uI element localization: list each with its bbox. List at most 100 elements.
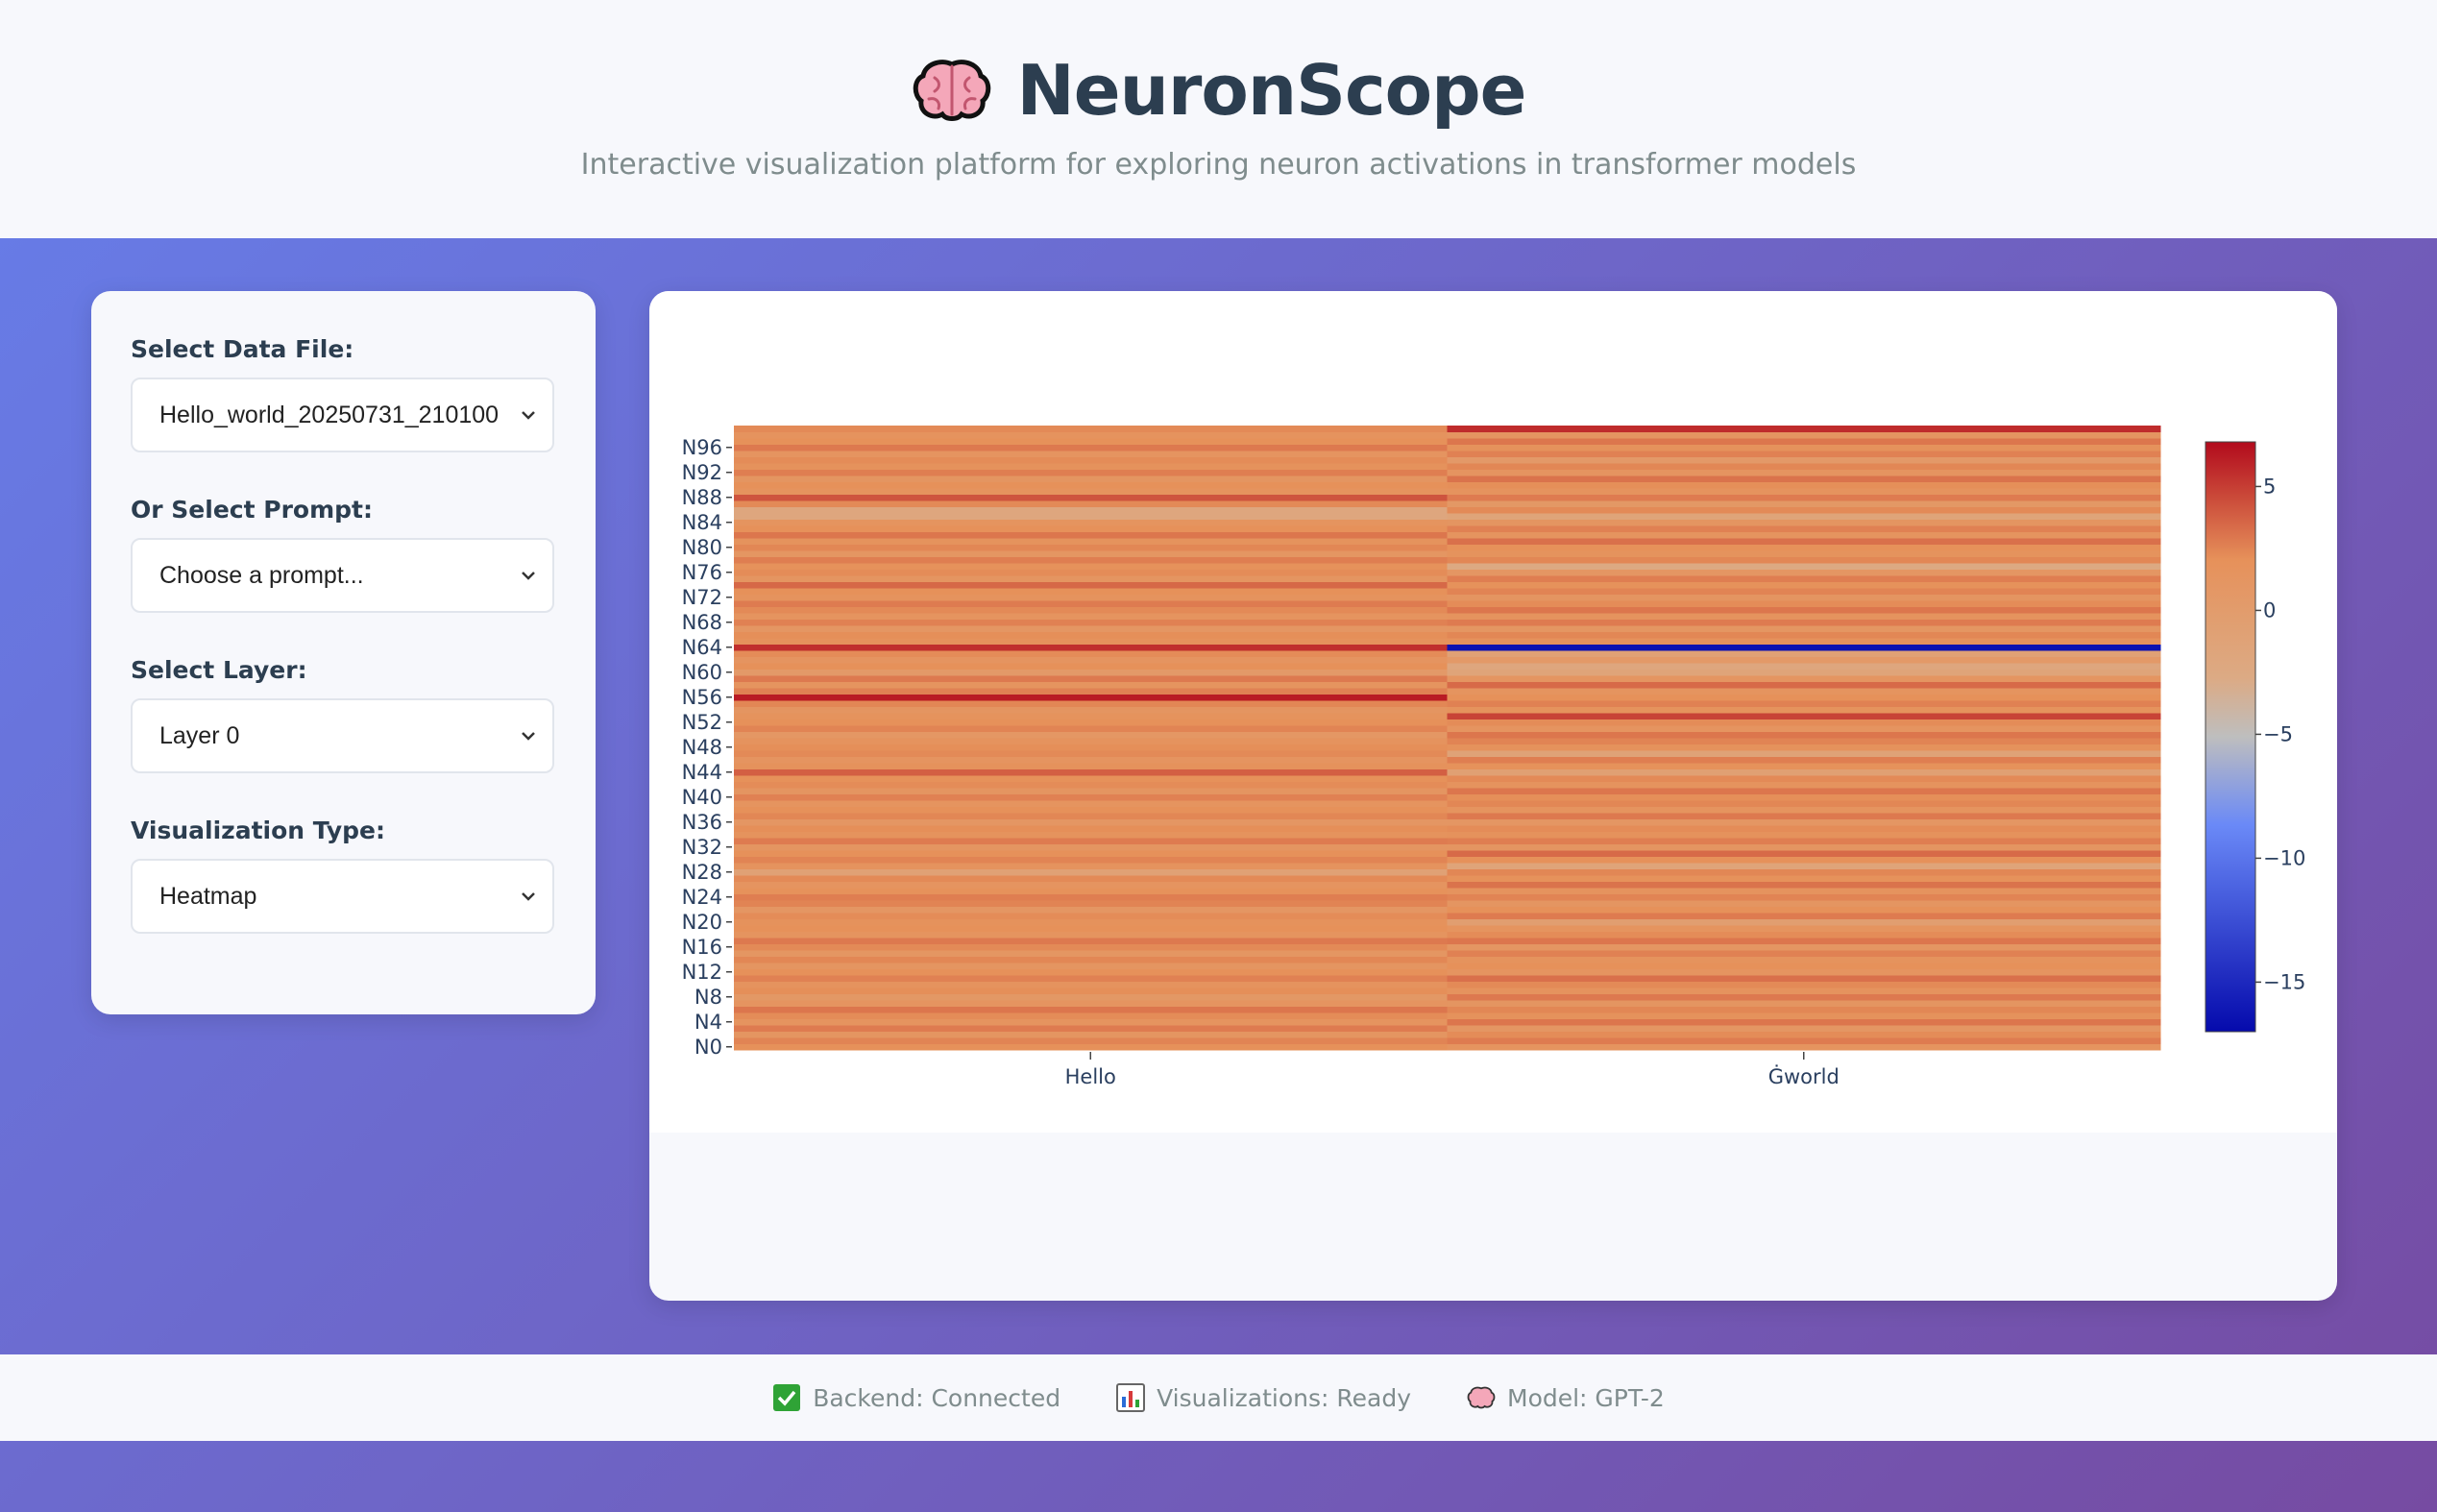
heatmap-cell xyxy=(1447,875,2161,882)
brain-icon xyxy=(1467,1386,1496,1409)
heatmap-cell xyxy=(1447,988,2161,994)
heatmap-cell xyxy=(734,1037,1448,1044)
heatmap-cell xyxy=(734,943,1448,951)
heatmap-cell xyxy=(1447,644,2161,651)
heatmap-cell xyxy=(734,893,1448,901)
heatmap-cell xyxy=(1447,451,2161,457)
app-subtitle: Interactive visualization platform for e… xyxy=(580,148,1857,182)
heatmap-cell xyxy=(734,975,1448,982)
heatmap-plot-area[interactable]: N0 N4 N8 N12 N16 N20 N24 N28 N32 N36 N40 N44 N48 N52 N… xyxy=(649,291,2337,1133)
heatmap-cell xyxy=(1447,706,2161,714)
heatmap-cell xyxy=(1447,900,2161,907)
chevron-down-icon xyxy=(522,892,535,901)
heatmap-cell xyxy=(1447,663,2161,670)
colorbar xyxy=(2205,441,2256,1033)
y-tick-label: N8 xyxy=(695,986,722,1009)
data-file-label: Select Data File: xyxy=(131,335,354,363)
heatmap-cell xyxy=(1447,519,2161,526)
heatmap-cell xyxy=(1447,575,2161,582)
heatmap-cell xyxy=(734,993,1448,1001)
y-tick-label: N52 xyxy=(682,711,722,734)
heatmap-cell xyxy=(1447,831,2161,839)
control-panel: Select Data File: Hello_world_20250731_2… xyxy=(91,291,596,1014)
heatmap-cell xyxy=(1447,426,2161,432)
heatmap-cell xyxy=(734,768,1448,776)
heatmap-cell xyxy=(1447,700,2161,707)
heatmap-cell xyxy=(734,731,1448,739)
heatmap-chart[interactable]: N0N4N8N12N16N20N24N28N32N36N40N44N48N52N… xyxy=(649,291,2337,1133)
heatmap-cell xyxy=(1447,963,2161,969)
heatmap-cell xyxy=(1447,469,2161,476)
heatmap-cell xyxy=(1447,850,2161,857)
heatmap-cell xyxy=(734,838,1448,844)
heatmap-cell xyxy=(1447,938,2161,944)
heatmap-cell xyxy=(1447,968,2161,976)
prompt-select[interactable]: Choose a prompt... xyxy=(131,538,554,613)
y-tick-label: N80 xyxy=(682,536,722,559)
y-tick-label: N0 xyxy=(695,1036,722,1059)
heatmap-cell xyxy=(734,956,1448,963)
heatmap-cell xyxy=(1447,681,2161,689)
heatmap-cell xyxy=(734,931,1448,939)
heatmap-cell xyxy=(1447,600,2161,607)
heatmap-cell xyxy=(1447,694,2161,701)
heatmap-cell xyxy=(734,806,1448,814)
heatmap-cell xyxy=(734,700,1448,707)
heatmap-cell xyxy=(1447,731,2161,739)
heatmap-cell xyxy=(734,744,1448,751)
heatmap-cell xyxy=(734,938,1448,944)
heatmap-cell xyxy=(1447,950,2161,957)
heatmap-cell xyxy=(734,781,1448,789)
heatmap-cell xyxy=(734,438,1448,445)
heatmap-cell xyxy=(734,638,1448,645)
model-status: Model: GPT-2 xyxy=(1467,1383,1665,1412)
heatmap-cell xyxy=(1447,931,2161,939)
heatmap-cell xyxy=(734,488,1448,495)
brain-icon xyxy=(913,60,990,121)
heatmap-cell xyxy=(734,431,1448,439)
heatmap-cell xyxy=(734,881,1448,889)
data-file-select[interactable]: Hello_world_20250731_210100 xyxy=(131,378,554,452)
heatmap-cell xyxy=(1447,888,2161,894)
heatmap-cell xyxy=(1447,906,2161,914)
heatmap-cell xyxy=(1447,444,2161,451)
heatmap-cell xyxy=(734,900,1448,907)
heatmap-cell xyxy=(1447,863,2161,869)
heatmap-cell xyxy=(1447,913,2161,919)
heatmap-cell xyxy=(1447,594,2161,601)
chevron-down-icon xyxy=(522,572,535,580)
heatmap-cell xyxy=(734,968,1448,976)
heatmap-cell xyxy=(734,519,1448,526)
heatmap-cell xyxy=(734,1043,1448,1051)
heatmap-cell xyxy=(1447,638,2161,645)
y-tick-label: N88 xyxy=(682,486,722,509)
colorbar-tick-label: −5 xyxy=(2263,722,2293,745)
y-tick-label: N20 xyxy=(682,911,722,934)
app-title: NeuronScope xyxy=(1016,50,1527,131)
y-tick-label: N96 xyxy=(682,436,722,459)
heatmap-cell xyxy=(1447,800,2161,807)
heatmap-cell xyxy=(1447,581,2161,589)
heatmap-cell xyxy=(734,444,1448,451)
layer-select[interactable]: Layer 0 xyxy=(131,698,554,773)
heatmap-cell xyxy=(734,706,1448,714)
heatmap-cell xyxy=(734,619,1448,626)
viz-type-select[interactable]: Heatmap xyxy=(131,859,554,934)
heatmap-cell xyxy=(1447,763,2161,769)
heatmap-cell xyxy=(734,719,1448,726)
heatmap-cell xyxy=(1447,513,2161,520)
x-tick-label: Hello xyxy=(1065,1065,1116,1088)
heatmap-cell xyxy=(1447,619,2161,626)
heatmap-cell xyxy=(734,481,1448,489)
heatmap-cell xyxy=(734,875,1448,882)
heatmap-cell xyxy=(734,800,1448,807)
heatmap-cell xyxy=(734,426,1448,432)
heatmap-cell xyxy=(734,550,1448,557)
y-tick-label: N28 xyxy=(682,861,722,884)
y-tick-label: N48 xyxy=(682,736,722,759)
heatmap-cell xyxy=(1447,606,2161,614)
heatmap-cell xyxy=(1447,738,2161,744)
title-row: NeuronScope xyxy=(0,50,2437,131)
heatmap-cell xyxy=(1447,675,2161,682)
visualizations-status: Visualizations: Ready xyxy=(1116,1383,1411,1412)
